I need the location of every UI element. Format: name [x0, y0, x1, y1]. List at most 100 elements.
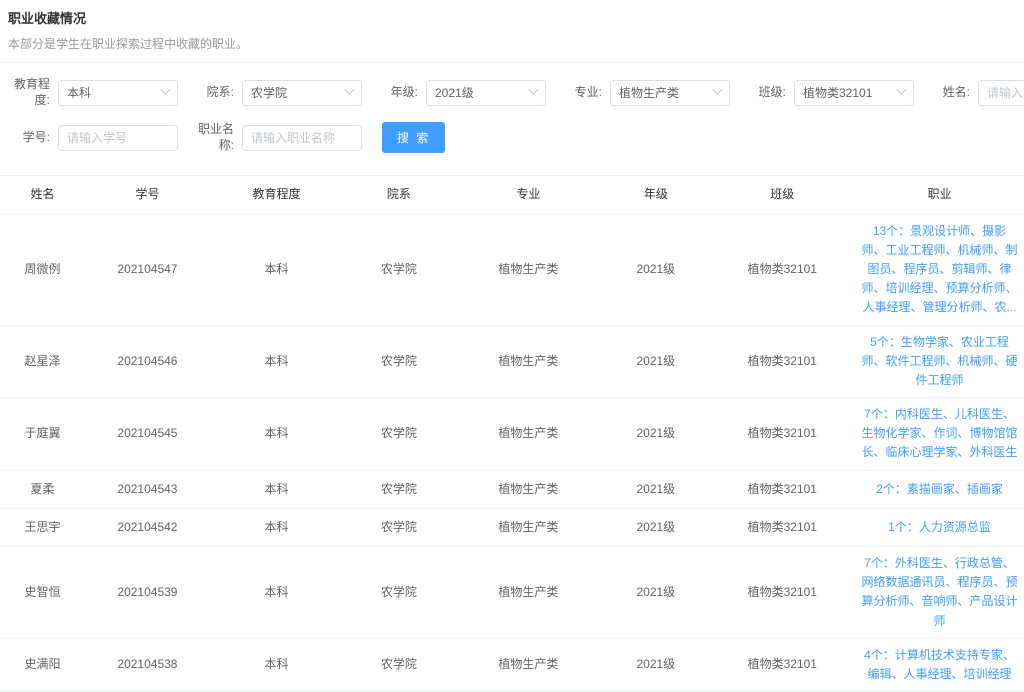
- class-select-value: 植物类32101: [803, 84, 872, 101]
- table-row: 史满阳 202104538 本科 农学院 植物生产类 2021级 植物类3210…: [0, 638, 1024, 691]
- career-collection-page: 职业收藏情况 本部分是学生在职业探索过程中收藏的职业。 教育程度: 本科 院系:…: [0, 0, 1024, 692]
- cell-student-id: 202104546: [85, 325, 210, 398]
- filter-row-2: 学号: 职业名称: 搜 索: [8, 122, 1016, 153]
- cell-education: 本科: [210, 398, 343, 471]
- cell-class: 植物类32101: [710, 508, 855, 546]
- cell-name: 王思宇: [0, 508, 85, 546]
- search-button[interactable]: 搜 索: [382, 122, 445, 153]
- cell-class: 植物类32101: [710, 325, 855, 398]
- filter-career-name: 职业名称:: [192, 122, 362, 153]
- class-select[interactable]: 植物类32101: [794, 80, 914, 106]
- cell-department: 农学院: [343, 214, 455, 325]
- cell-name: 夏柔: [0, 470, 85, 508]
- career-table: 姓名 学号 教育程度 院系 专业 年级 班级 职业 周微例 202104547 …: [0, 175, 1024, 692]
- cell-education: 本科: [210, 638, 343, 691]
- cell-major: 植物生产类: [455, 547, 602, 639]
- cell-grade: 2021级: [602, 638, 710, 691]
- cell-careers-link[interactable]: 1个：人力资源总监: [855, 508, 1024, 546]
- student-id-label: 学号:: [8, 130, 50, 146]
- cell-class: 植物类32101: [710, 547, 855, 639]
- cell-department: 农学院: [343, 470, 455, 508]
- cell-student-id: 202104539: [85, 547, 210, 639]
- filter-form: 教育程度: 本科 院系: 农学院 年级: 2021级: [0, 63, 1024, 171]
- cell-careers-link[interactable]: 7个：内科医生、儿科医生、生物化学家、作词、博物馆馆长、临床心理学家、外科医生: [855, 398, 1024, 471]
- education-select-value: 本科: [67, 84, 91, 101]
- cell-education: 本科: [210, 214, 343, 325]
- cell-education: 本科: [210, 508, 343, 546]
- cell-careers-link[interactable]: 13个：景观设计师、摄影师、工业工程师、机械师、制图员、程序员、剪辑师、律师、培…: [855, 214, 1024, 325]
- table-row: 史智恒 202104539 本科 农学院 植物生产类 2021级 植物类3210…: [0, 547, 1024, 639]
- table-row: 王思宇 202104542 本科 农学院 植物生产类 2021级 植物类3210…: [0, 508, 1024, 546]
- col-header-name: 姓名: [0, 176, 85, 214]
- education-label: 教育程度:: [8, 77, 50, 108]
- cell-grade: 2021级: [602, 325, 710, 398]
- filter-grade: 年级: 2021级: [376, 80, 546, 106]
- cell-class: 植物类32101: [710, 470, 855, 508]
- cell-department: 农学院: [343, 638, 455, 691]
- department-select[interactable]: 农学院: [242, 80, 362, 106]
- cell-name: 周微例: [0, 214, 85, 325]
- cell-major: 植物生产类: [455, 470, 602, 508]
- cell-student-id: 202104547: [85, 214, 210, 325]
- cell-grade: 2021级: [602, 547, 710, 639]
- table-row: 周微例 202104547 本科 农学院 植物生产类 2021级 植物类3210…: [0, 214, 1024, 325]
- student-id-input[interactable]: [58, 125, 178, 151]
- grade-select-value: 2021级: [435, 84, 474, 101]
- career-name-input[interactable]: [242, 125, 362, 151]
- chevron-down-icon: [713, 85, 723, 95]
- name-label: 姓名:: [928, 85, 970, 101]
- cell-education: 本科: [210, 547, 343, 639]
- cell-student-id: 202104538: [85, 638, 210, 691]
- major-select-value: 植物生产类: [619, 84, 679, 101]
- cell-class: 植物类32101: [710, 214, 855, 325]
- cell-department: 农学院: [343, 547, 455, 639]
- page-title: 职业收藏情况: [8, 8, 1016, 27]
- table-header-row: 姓名 学号 教育程度 院系 专业 年级 班级 职业: [0, 176, 1024, 214]
- cell-education: 本科: [210, 470, 343, 508]
- cell-name: 史满阳: [0, 638, 85, 691]
- cell-name: 赵星泽: [0, 325, 85, 398]
- page-header: 职业收藏情况 本部分是学生在职业探索过程中收藏的职业。: [0, 0, 1024, 63]
- cell-student-id: 202104543: [85, 470, 210, 508]
- filter-department: 院系: 农学院: [192, 80, 362, 106]
- major-label: 专业:: [560, 85, 602, 101]
- filter-student-id: 学号:: [8, 125, 178, 151]
- cell-education: 本科: [210, 325, 343, 398]
- name-input[interactable]: [978, 80, 1024, 106]
- filter-education: 教育程度: 本科: [8, 77, 178, 108]
- chevron-down-icon: [161, 85, 171, 95]
- filter-major: 专业: 植物生产类: [560, 80, 730, 106]
- department-select-value: 农学院: [251, 84, 287, 101]
- cell-department: 农学院: [343, 398, 455, 471]
- chevron-down-icon: [345, 85, 355, 95]
- col-header-student-id: 学号: [85, 176, 210, 214]
- department-label: 院系:: [192, 85, 234, 101]
- page-subtitle: 本部分是学生在职业探索过程中收藏的职业。: [8, 35, 1016, 52]
- cell-grade: 2021级: [602, 398, 710, 471]
- table-row: 夏柔 202104543 本科 农学院 植物生产类 2021级 植物类32101…: [0, 470, 1024, 508]
- cell-careers-link[interactable]: 5个：生物学家、农业工程师、软件工程师、机械师、硬件工程师: [855, 325, 1024, 398]
- col-header-careers: 职业: [855, 176, 1024, 214]
- filter-class: 班级: 植物类32101: [744, 80, 914, 106]
- cell-class: 植物类32101: [710, 398, 855, 471]
- cell-department: 农学院: [343, 508, 455, 546]
- cell-careers-link[interactable]: 4个：计算机技术支持专家、编辑、人事经理、培训经理: [855, 638, 1024, 691]
- table-row: 赵星泽 202104546 本科 农学院 植物生产类 2021级 植物类3210…: [0, 325, 1024, 398]
- col-header-class: 班级: [710, 176, 855, 214]
- col-header-education: 教育程度: [210, 176, 343, 214]
- grade-select[interactable]: 2021级: [426, 80, 546, 106]
- cell-careers-link[interactable]: 2个：素描画家、插画家: [855, 470, 1024, 508]
- class-label: 班级:: [744, 85, 786, 101]
- filter-name: 姓名:: [928, 80, 1024, 106]
- grade-label: 年级:: [376, 85, 418, 101]
- cell-careers-link[interactable]: 7个：外科医生、行政总管、网络数据通讯员、程序员、预算分析师、音响师、产品设计师: [855, 547, 1024, 639]
- cell-major: 植物生产类: [455, 398, 602, 471]
- col-header-major: 专业: [455, 176, 602, 214]
- cell-major: 植物生产类: [455, 508, 602, 546]
- cell-class: 植物类32101: [710, 638, 855, 691]
- chevron-down-icon: [529, 85, 539, 95]
- chevron-down-icon: [897, 85, 907, 95]
- major-select[interactable]: 植物生产类: [610, 80, 730, 106]
- education-select[interactable]: 本科: [58, 80, 178, 106]
- filter-row-1: 教育程度: 本科 院系: 农学院 年级: 2021级: [8, 77, 1016, 108]
